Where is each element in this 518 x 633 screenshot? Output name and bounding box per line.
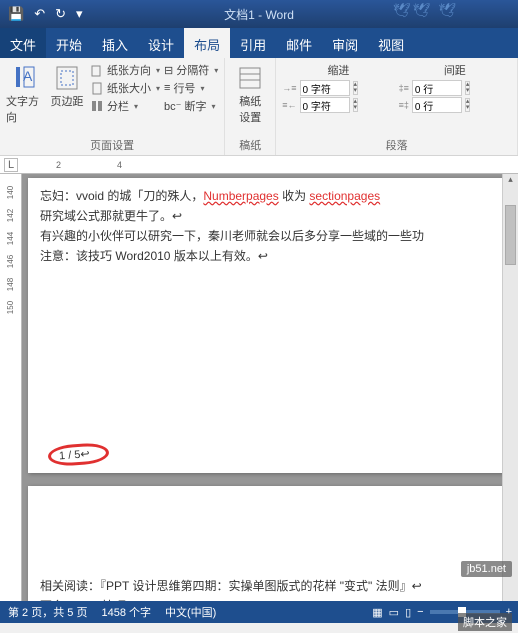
ina-style-button[interactable]: 稿纸 设置 xyxy=(231,62,269,125)
body-line[interactable]: 有兴趣的小伙伴可以研究一下，秦川老师就会以后多分享一些域的一些功 xyxy=(40,226,496,246)
tab-view[interactable]: 视图 xyxy=(368,28,414,58)
zoom-out-icon[interactable]: − xyxy=(417,606,423,618)
stepper-icon[interactable]: ▴▾ xyxy=(465,81,471,95)
tab-review[interactable]: 审阅 xyxy=(322,28,368,58)
ina-style-icon xyxy=(237,65,263,91)
spacing-after[interactable]: ≡‡ ▴▾ xyxy=(399,97,511,113)
window-title: 文档1 - Word xyxy=(224,6,294,23)
ribbon: A 文字方向 页边距 纸张方向 纸张大小 分栏 ⊟分隔符 ≡行号 bc⁻断字 页… xyxy=(0,58,518,156)
line-numbers-button[interactable]: ≡行号 xyxy=(164,80,218,96)
status-page[interactable]: 第 2 页，共 5 页 xyxy=(8,604,87,620)
tab-file[interactable]: 文件 xyxy=(0,28,46,58)
vertical-scrollbar[interactable]: ▴ xyxy=(502,174,518,601)
tab-home[interactable]: 开始 xyxy=(46,28,92,58)
tab-references[interactable]: 引用 xyxy=(230,28,276,58)
status-words[interactable]: 1458 个字 xyxy=(101,604,151,620)
indent-right-icon: ≡← xyxy=(282,100,296,110)
orientation-button[interactable]: 纸张方向 xyxy=(90,62,160,78)
view-web-icon[interactable]: ▯ xyxy=(405,606,411,619)
qa-more-icon[interactable]: ▾ xyxy=(76,6,83,22)
size-icon xyxy=(90,81,104,95)
spacing-after-icon: ≡‡ xyxy=(399,100,409,110)
tab-layout[interactable]: 布局 xyxy=(184,28,230,58)
page-number-annotation: 1 / 5↩ xyxy=(47,442,109,467)
columns-icon xyxy=(90,99,104,113)
scroll-thumb[interactable] xyxy=(505,205,516,265)
redo-icon[interactable]: ↻ xyxy=(55,6,66,22)
margins-icon xyxy=(54,65,80,91)
body-line[interactable]: 忘妇：vvoid 的城「刀的殊人，Numberpages 收为 sectionp… xyxy=(40,186,496,206)
hyphenation-button[interactable]: bc⁻断字 xyxy=(164,98,218,114)
status-bar: 第 2 页，共 5 页 1458 个字 中文(中国) ▦ ▭ ▯ − + xyxy=(0,601,518,623)
body-line[interactable]: 相关阅读：『PPT 设计思维第四期：实操单图版式的花样 "变式" 法则』↩ xyxy=(40,576,496,596)
spacing-before[interactable]: ‡≡ ▴▾ xyxy=(399,80,511,96)
document-area: L 2 4 140 142 144 146 148 150 忘妇：vvoid 的… xyxy=(0,156,518,601)
group-label-ina: 稿纸 xyxy=(231,135,269,153)
orientation-icon xyxy=(90,63,104,77)
view-read-icon[interactable]: ▭ xyxy=(389,606,399,619)
indent-left[interactable]: →≡ ▴▾ xyxy=(282,80,394,96)
body-line[interactable]: 注意：该技巧 Word2010 版本以上有效。↩ xyxy=(40,246,496,266)
title-bar: 💾 ↶ ↻ ▾ 文档1 - Word 🕊🕊 🕊 xyxy=(0,0,518,28)
page-2[interactable]: 相关阅读：『PPT 设计思维第四期：实操单图版式的花样 "变式" 法则』↩ 更多… xyxy=(28,486,508,601)
text-direction-icon: A xyxy=(12,65,38,91)
text-direction-button[interactable]: A 文字方向 xyxy=(6,62,44,125)
indent-right[interactable]: ≡← ▴▾ xyxy=(282,97,394,113)
indent-header: 缩进 xyxy=(282,62,394,78)
tab-mailings[interactable]: 邮件 xyxy=(276,28,322,58)
columns-button[interactable]: 分栏 xyxy=(90,98,160,114)
page-1[interactable]: 忘妇：vvoid 的城「刀的殊人，Numberpages 收为 sectionp… xyxy=(28,178,508,473)
size-button[interactable]: 纸张大小 xyxy=(90,80,160,96)
group-label-paragraph: 段落 xyxy=(282,135,511,153)
group-paragraph: 缩进 →≡ ▴▾ ≡← ▴▾ 间距 ‡≡ ▴▾ ≡‡ ▴▾ 段落 xyxy=(276,58,518,155)
group-page-setup: A 文字方向 页边距 纸张方向 纸张大小 分栏 ⊟分隔符 ≡行号 bc⁻断字 页… xyxy=(0,58,225,155)
undo-icon[interactable]: ↶ xyxy=(34,6,45,22)
stepper-icon[interactable]: ▴▾ xyxy=(353,98,359,112)
group-label-page-setup: 页面设置 xyxy=(6,135,218,153)
ribbon-tabs: 文件 开始 插入 设计 布局 引用 邮件 审阅 视图 xyxy=(0,28,518,58)
watermark-footer: 脚本之家 xyxy=(458,613,512,631)
tab-selector[interactable]: L xyxy=(4,158,18,172)
horizontal-ruler[interactable]: 2 4 xyxy=(0,156,518,174)
vertical-ruler[interactable]: 140 142 144 146 148 150 xyxy=(0,174,22,601)
tab-insert[interactable]: 插入 xyxy=(92,28,138,58)
svg-text:A: A xyxy=(23,68,33,84)
breaks-button[interactable]: ⊟分隔符 xyxy=(164,62,218,78)
save-icon[interactable]: 💾 xyxy=(8,6,24,22)
stepper-icon[interactable]: ▴▾ xyxy=(465,98,471,112)
group-ina-style: 稿纸 设置 稿纸 xyxy=(225,58,276,155)
tab-design[interactable]: 设计 xyxy=(138,28,184,58)
margins-button[interactable]: 页边距 xyxy=(48,62,86,125)
stepper-icon[interactable]: ▴▾ xyxy=(353,81,359,95)
watermark-jb51: jb51.net xyxy=(461,561,512,577)
indent-left-icon: →≡ xyxy=(282,83,296,93)
quick-access: 💾 ↶ ↻ ▾ xyxy=(0,6,91,22)
spacing-header: 间距 xyxy=(399,62,511,78)
scroll-up-icon[interactable]: ▴ xyxy=(503,174,518,185)
view-print-icon[interactable]: ▦ xyxy=(372,606,382,619)
status-language[interactable]: 中文(中国) xyxy=(165,604,216,620)
decorative-birds: 🕊🕊 🕊 xyxy=(393,2,458,19)
body-line[interactable]: 研究域公式那就更牛了。↩ xyxy=(40,206,496,226)
spacing-before-icon: ‡≡ xyxy=(399,83,409,93)
